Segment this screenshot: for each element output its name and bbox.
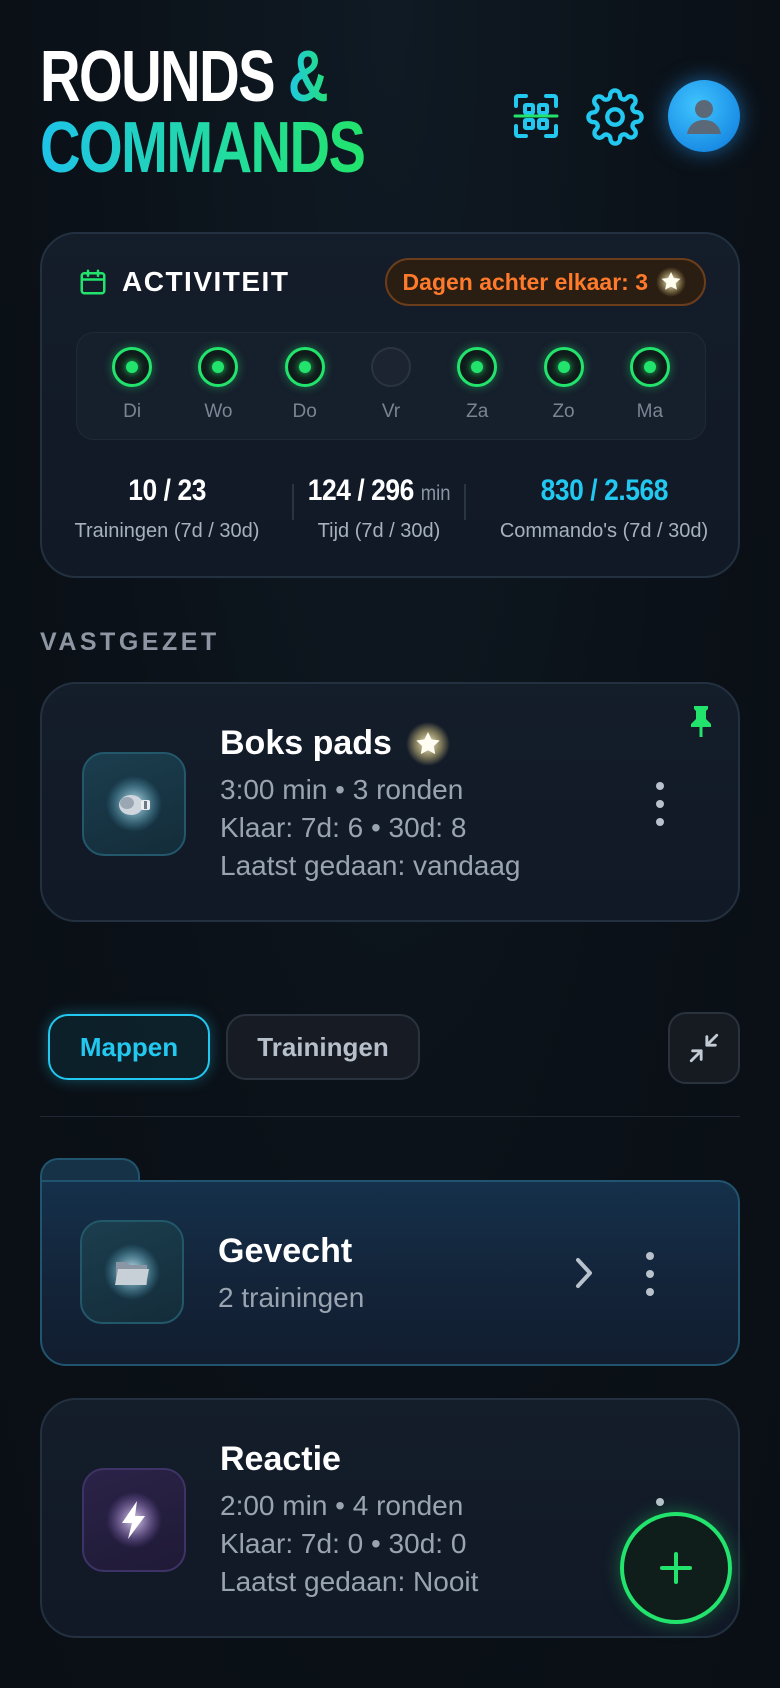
user-icon <box>687 100 721 134</box>
day-done-indicator <box>629 347 670 387</box>
boxing-glove-icon <box>106 776 162 832</box>
week-days: Di Wo Do Vr Za Zo Ma <box>76 332 706 440</box>
tab-trainingen[interactable]: Trainingen <box>226 1014 420 1080</box>
lightning-icon <box>106 1492 162 1548</box>
scan-icon <box>513 94 559 138</box>
activity-card: ACTIVITEIT Dagen achter elkaar: 3 Di Wo … <box>40 232 740 578</box>
day-di: Di <box>102 347 162 439</box>
training-done-count: Klaar: 7d: 0 • 30d: 0 <box>220 1528 467 1559</box>
more-options-button[interactable] <box>650 782 670 826</box>
stat-time: 124 / 296 min Tijd (7d / 30d) <box>294 474 464 543</box>
training-name: Boks pads <box>220 724 392 762</box>
stat-commands: 830 / 2.568 Commando's (7d / 30d) <box>466 474 742 543</box>
day-zo: Zo <box>534 347 594 439</box>
day-done-indicator <box>284 347 325 387</box>
streak-text: Dagen achter elkaar: 3 <box>402 268 648 295</box>
training-last-done: Laatst gedaan: vandaag <box>220 850 521 881</box>
section-divider <box>40 1116 740 1117</box>
day-label: Vr <box>381 401 401 422</box>
settings-button[interactable] <box>586 88 644 146</box>
logo-line1: ROUNDS <box>40 37 289 117</box>
stat-value: 830 / 2.568 <box>540 474 668 507</box>
day-label: Za <box>466 401 489 422</box>
training-duration: 2:00 min • 4 ronden <box>220 1490 464 1521</box>
folder-card[interactable]: Gevecht 2 trainingen <box>40 1158 740 1366</box>
day-label: Wo <box>204 401 233 422</box>
folder-icon-tile <box>80 1220 184 1324</box>
pin-icon[interactable] <box>686 704 716 738</box>
more-options-button[interactable] <box>640 1252 660 1296</box>
folder-icon <box>104 1244 160 1300</box>
folder-count: 2 trainingen <box>218 1282 365 1313</box>
pinned-training-card[interactable]: Boks pads 3:00 min • 3 ronden Klaar: 7d:… <box>40 682 740 922</box>
calendar-icon <box>80 269 106 295</box>
day-missed-indicator <box>370 347 411 387</box>
stat-label: Trainingen (7d / 30d) <box>74 520 260 542</box>
logo-line2: COMMANDS <box>40 107 366 188</box>
streak-badge: Dagen achter elkaar: 3 <box>384 258 706 306</box>
pinned-section-label: VASTGEZET <box>40 628 220 656</box>
logo-ampersand: & <box>288 37 329 117</box>
activity-title: ACTIVITEIT <box>122 266 290 297</box>
avatar[interactable] <box>668 80 740 152</box>
activity-header: ACTIVITEIT <box>78 266 289 298</box>
plus-icon <box>660 1552 692 1584</box>
collapse-button[interactable] <box>668 1012 740 1084</box>
scan-button[interactable] <box>510 90 562 142</box>
day-do: Do <box>275 347 335 439</box>
stat-value: 124 / 296 min <box>307 474 451 507</box>
day-label: Do <box>292 401 317 422</box>
day-za: Za <box>447 347 507 439</box>
day-vr: Vr <box>361 347 421 439</box>
day-wo: Wo <box>188 347 248 439</box>
star-icon <box>406 722 450 766</box>
chevron-right-icon[interactable] <box>574 1256 596 1290</box>
day-ma: Ma <box>620 347 680 439</box>
day-label: Di <box>123 401 142 422</box>
add-button[interactable] <box>620 1512 732 1624</box>
stat-label: Tijd (7d / 30d) <box>317 520 441 542</box>
gear-icon <box>586 88 644 146</box>
star-icon <box>656 267 686 297</box>
training-last-done: Laatst gedaan: Nooit <box>220 1566 479 1597</box>
day-label: Zo <box>552 401 575 422</box>
day-label: Ma <box>636 401 664 422</box>
day-done-indicator <box>112 347 153 387</box>
stat-trainings: 10 / 23 Trainingen (7d / 30d) <box>42 474 292 543</box>
stat-unit: min <box>420 482 451 505</box>
day-done-indicator <box>198 347 239 387</box>
stat-value: 10 / 23 <box>128 474 206 507</box>
folder-name: Gevecht <box>218 1232 353 1270</box>
collapse-icon <box>689 1033 719 1063</box>
day-done-indicator <box>457 347 498 387</box>
activity-stats: 10 / 23 Trainingen (7d / 30d) 124 / 296 … <box>42 474 742 543</box>
tab-mappen[interactable]: Mappen <box>48 1014 210 1080</box>
app-logo: ROUNDS & COMMANDS <box>40 41 456 188</box>
app-root: ROUNDS & COMMANDS ACTIVITEIT Dagen achte… <box>0 0 780 1688</box>
training-duration: 3:00 min • 3 ronden <box>220 774 464 805</box>
training-icon-tile <box>82 1468 186 1572</box>
training-done-count: Klaar: 7d: 6 • 30d: 8 <box>220 812 467 843</box>
training-name: Reactie <box>220 1440 341 1478</box>
training-icon-tile <box>82 752 186 856</box>
day-done-indicator <box>543 347 584 387</box>
stat-label: Commando's (7d / 30d) <box>499 520 709 542</box>
